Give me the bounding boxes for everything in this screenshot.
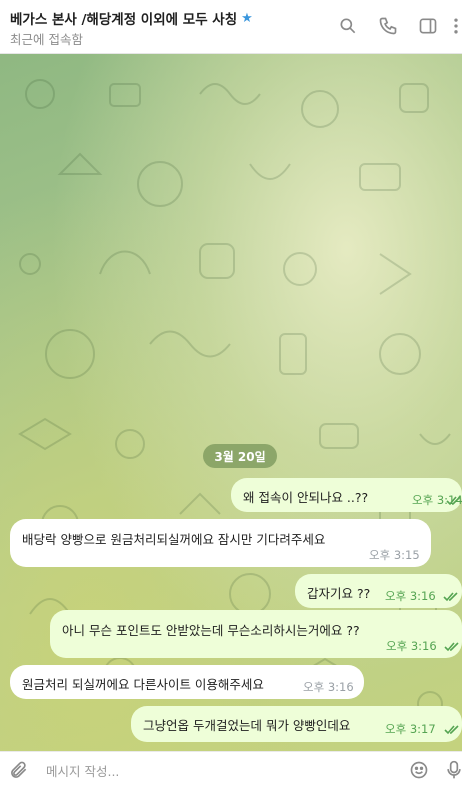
message-text: 아니 무슨 포인트도 안받았는데 무슨소리하시는거에요 ?? <box>62 623 360 638</box>
message-text: 그냥언옵 두개걸었는데 뭐가 양빵인데요 <box>143 718 351 733</box>
message-time: 오후 3:16 <box>303 680 354 694</box>
microphone-icon[interactable] <box>446 759 462 781</box>
message-input[interactable]: 메시지 작성... <box>46 761 119 780</box>
phone-icon[interactable] <box>377 15 399 37</box>
paperclip-icon[interactable] <box>8 759 30 781</box>
message-text: 왜 접속이 안되나요 ..?? <box>243 490 369 505</box>
message-composer: 메시지 작성... <box>0 751 462 785</box>
message-bubble[interactable]: 원금처리 되실꺼에요 다른사이트 이용해주세요 오후 3:16 <box>10 665 364 699</box>
star-icon: ★ <box>241 10 253 26</box>
sidebar-panel-icon[interactable] <box>417 15 439 37</box>
date-separator: 3월 20일 <box>203 444 277 468</box>
chat-title-row[interactable]: 베가스 본사 /해당계정 이외에 모두 사칭 ★ <box>10 8 253 29</box>
message-bubble[interactable]: 갑자기요 ?? 오후 3:16 <box>295 574 462 608</box>
message-bubble[interactable]: 아니 무슨 포인트도 안받았는데 무슨소리하시는거에요 ?? 오후 3:16 <box>50 610 462 658</box>
message-time: 오후 3:17 <box>385 722 436 736</box>
message-time: 오후 3:16 <box>386 639 437 653</box>
read-check-icon <box>444 642 459 652</box>
read-check-icon <box>444 725 459 735</box>
emoji-icon[interactable] <box>408 759 430 781</box>
message-time: 오후 3:15 <box>369 548 420 562</box>
message-time: 오후 3:16 <box>385 589 436 603</box>
read-check-icon <box>443 592 458 602</box>
message-bubble[interactable]: 왜 접속이 안되나요 ..?? 오후 3:14 <box>231 478 462 512</box>
message-text: 갑자기요 ?? <box>307 586 371 601</box>
chat-header: 베가스 본사 /해당계정 이외에 모두 사칭 ★ 최근에 접속함 <box>0 0 462 54</box>
message-text: 배당락 양빵으로 원금처리되실꺼에요 잠시만 기다려주세요 <box>22 532 326 547</box>
search-icon[interactable] <box>337 15 359 37</box>
message-bubble[interactable]: 그냥언옵 두개걸었는데 뭐가 양빵인데요 오후 3:17 <box>131 706 462 742</box>
chat-title: 베가스 본사 /해당계정 이외에 모두 사칭 <box>10 12 238 28</box>
message-bubble[interactable]: 배당락 양빵으로 원금처리되실꺼에요 잠시만 기다려주세요 오후 3:15 <box>10 519 431 567</box>
chat-area[interactable]: 3월 20일 왜 접속이 안되나요 ..?? 오후 3:14 배당락 양빵으로 … <box>0 54 462 751</box>
read-check-icon <box>446 496 461 506</box>
chat-status: 최근에 접속함 <box>10 32 83 47</box>
message-text: 원금처리 되실꺼에요 다른사이트 이용해주세요 <box>22 677 264 692</box>
more-icon[interactable] <box>450 15 462 37</box>
